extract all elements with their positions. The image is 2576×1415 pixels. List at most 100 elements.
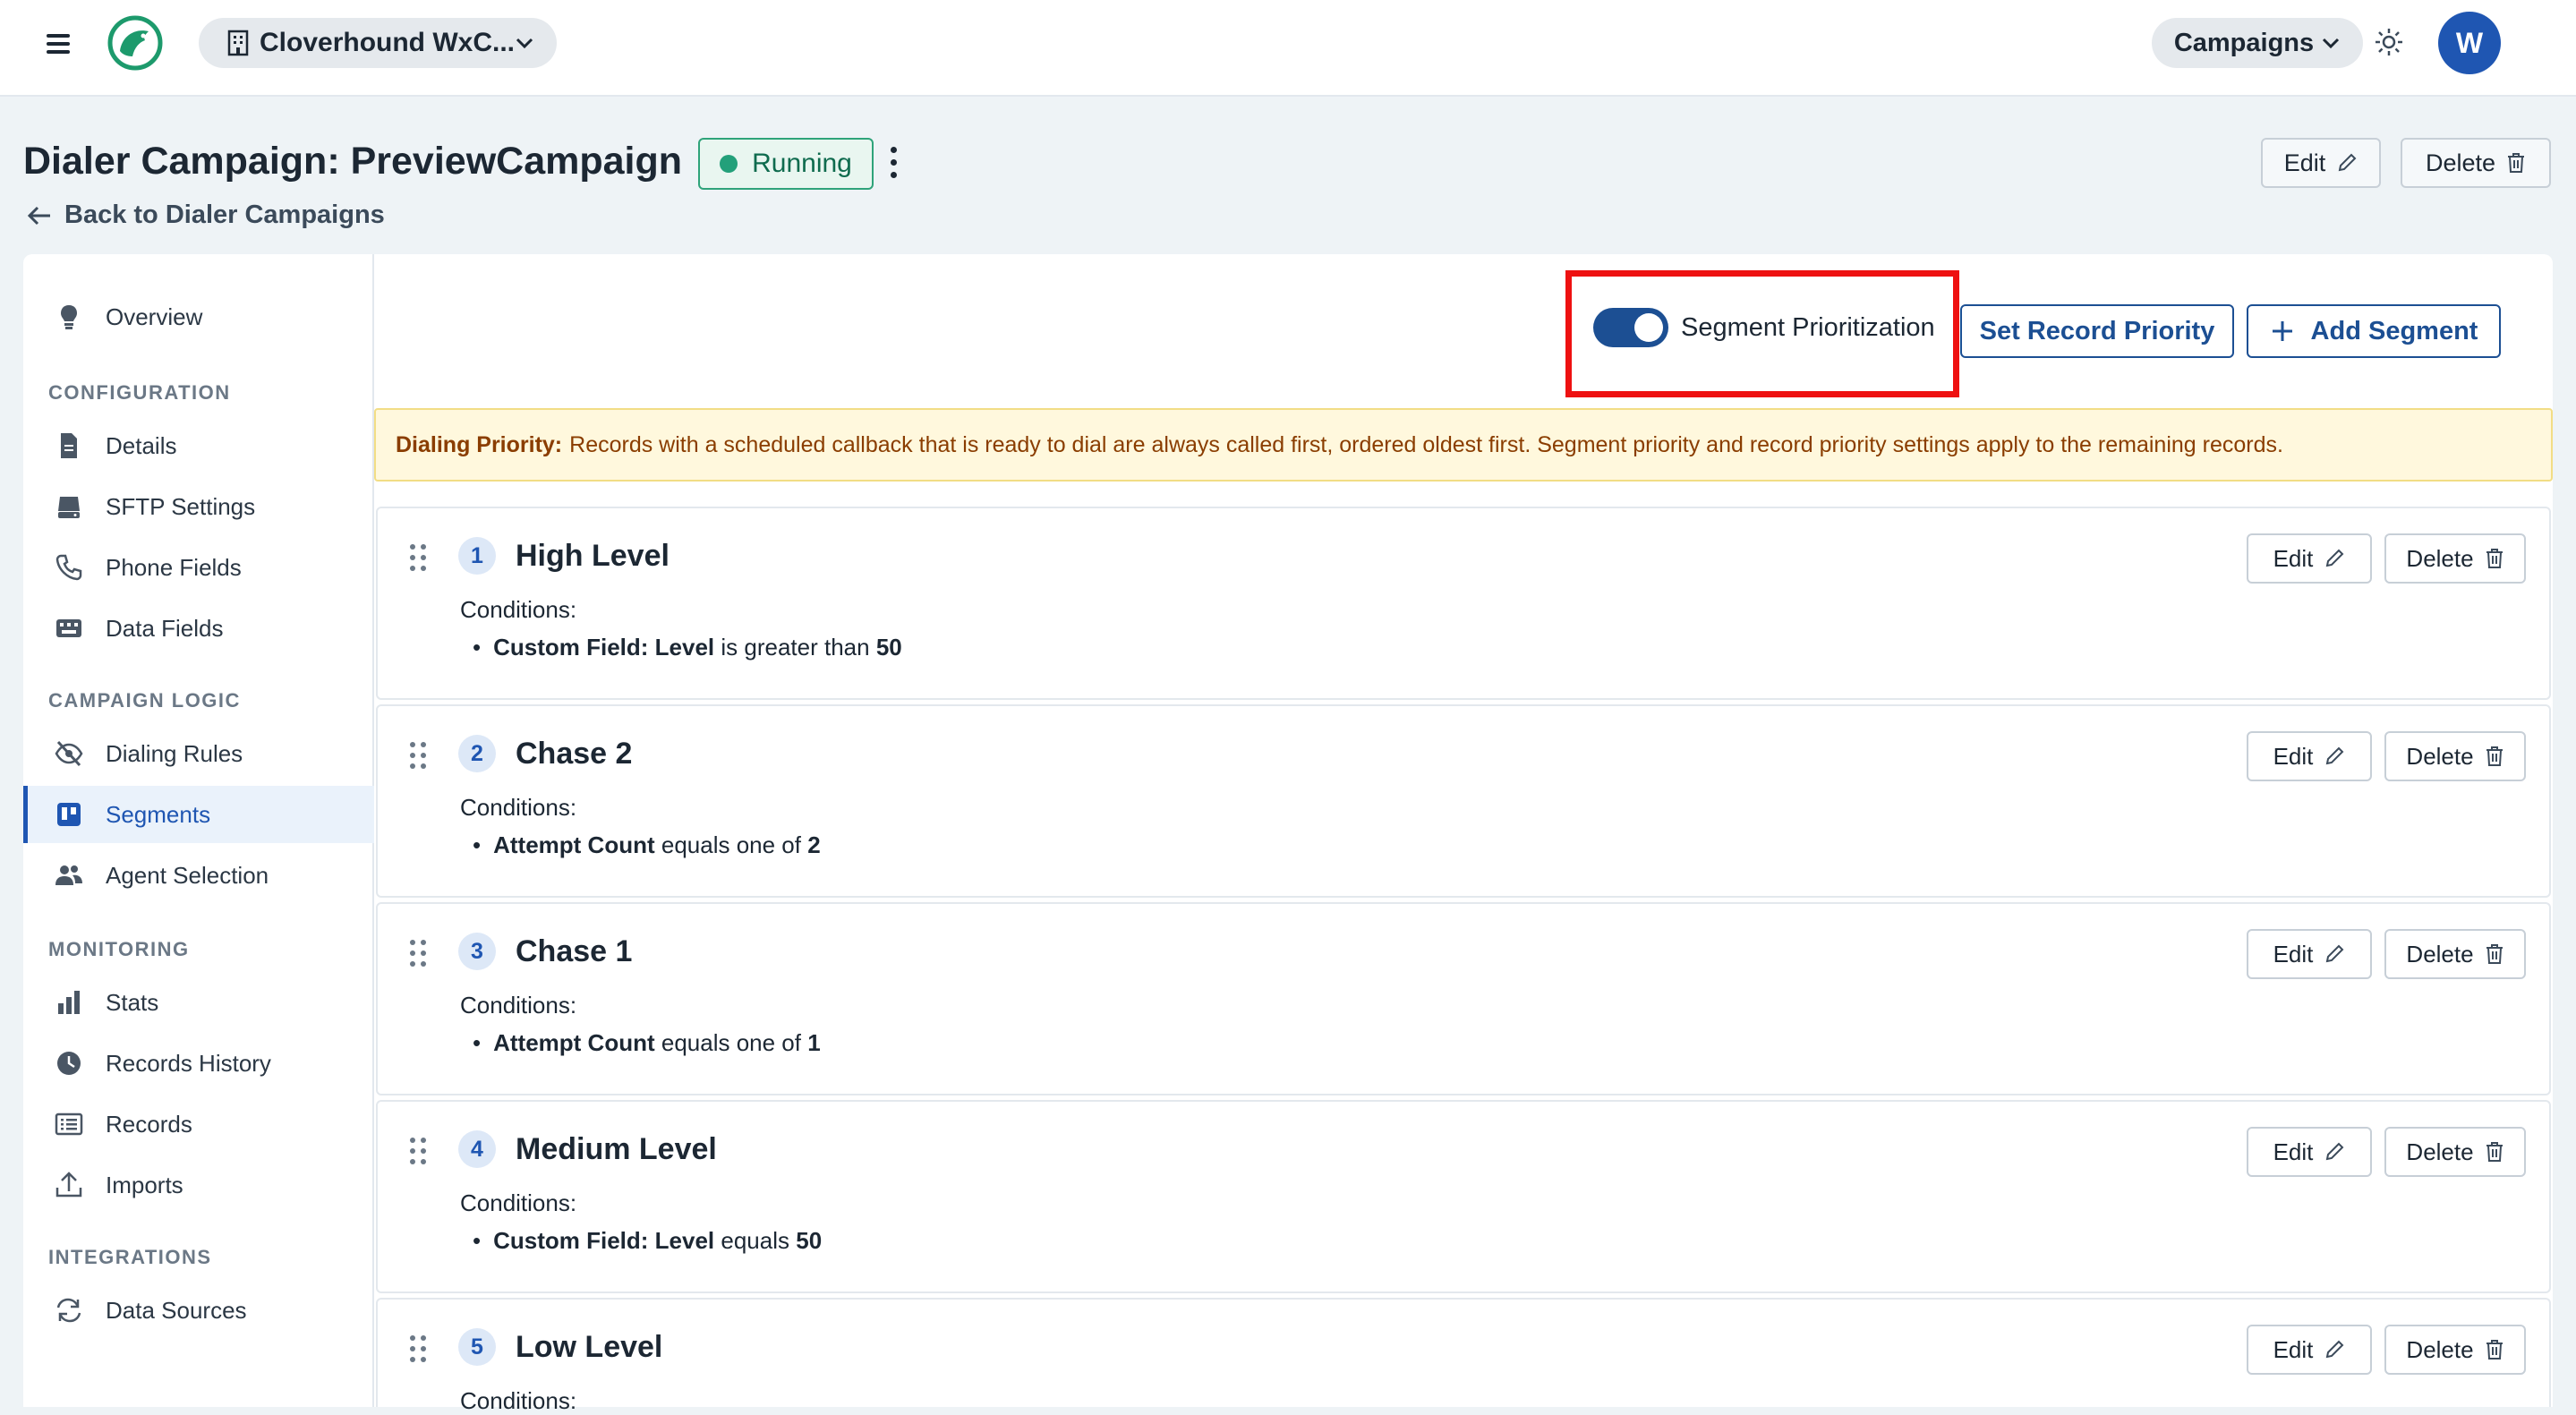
pencil-icon [2324, 746, 2345, 767]
bird-logo-icon[interactable] [107, 15, 163, 71]
sidebar-item-agent-selection[interactable]: Agent Selection [23, 847, 374, 904]
sidebar-item-stats[interactable]: Stats [23, 974, 374, 1031]
sidebar-item-overview[interactable]: Overview [23, 288, 374, 345]
users-icon [54, 860, 84, 891]
sidebar-item-label: Details [106, 431, 177, 459]
more-options-icon[interactable] [886, 147, 900, 183]
toggle-switch[interactable] [1593, 308, 1668, 347]
user-avatar[interactable]: W [2438, 12, 2501, 74]
phone-icon [54, 552, 84, 583]
conditions-label: Conditions: [460, 596, 577, 623]
segment-number: 2 [458, 735, 496, 772]
segment-edit-button[interactable]: Edit [2247, 731, 2372, 781]
sidebar-item-records-history[interactable]: Records History [23, 1035, 374, 1092]
pencil-icon [2336, 152, 2358, 174]
sidebar-item-label: Data Fields [106, 614, 224, 642]
sidebar-item-dialing-rules[interactable]: Dialing Rules [23, 725, 374, 782]
lightbulb-icon [54, 302, 84, 332]
campaign-delete-label: Delete [2425, 149, 2496, 176]
segment-condition: Attempt Count equals one of 1 [473, 1029, 821, 1057]
segment-card: 2 Chase 2 Conditions: Attempt Count equa… [376, 704, 2551, 898]
segment-edit-button[interactable]: Edit [2247, 533, 2372, 584]
eye-off-icon [54, 738, 84, 769]
sidebar-item-label: Agent Selection [106, 861, 269, 889]
segment-edit-button[interactable]: Edit [2247, 929, 2372, 979]
server-icon [54, 491, 84, 522]
sidebar-item-data-sources[interactable]: Data Sources [23, 1282, 374, 1339]
sidebar-item-label: Imports [106, 1171, 183, 1198]
campaigns-menu[interactable]: Campaigns [2152, 18, 2363, 68]
add-segment-button[interactable]: Add Segment [2247, 304, 2501, 358]
condition-field: Custom Field: Level [493, 634, 715, 661]
sidebar-item-imports[interactable]: Imports [23, 1156, 374, 1214]
trash-icon [2485, 746, 2504, 767]
condition-value: 2 [807, 831, 821, 858]
sidebar-item-records[interactable]: Records [23, 1095, 374, 1153]
conditions-label: Conditions: [460, 1189, 577, 1216]
back-link[interactable]: Back to Dialer Campaigns [27, 200, 385, 230]
segment-name: High Level [516, 539, 670, 573]
clock-icon [54, 1048, 84, 1078]
segment-delete-button[interactable]: Delete [2384, 533, 2526, 584]
document-icon [54, 430, 84, 461]
segment-name: Chase 2 [516, 737, 633, 771]
trash-icon [2485, 1339, 2504, 1360]
sidebar-item-sftp-settings[interactable]: SFTP Settings [23, 478, 374, 535]
drag-handle-icon[interactable] [410, 1335, 430, 1366]
pencil-icon [2324, 943, 2345, 965]
segment-edit-button[interactable]: Edit [2247, 1127, 2372, 1177]
trash-icon [2485, 1141, 2504, 1163]
segment-edit-button[interactable]: Edit [2247, 1325, 2372, 1375]
toggle-knob [1634, 313, 1663, 342]
drag-handle-icon[interactable] [410, 742, 430, 772]
trash-icon [2506, 152, 2526, 174]
status-dot [720, 155, 738, 173]
segment-delete-label: Delete [2406, 742, 2474, 770]
segment-number: 3 [458, 933, 496, 970]
hamburger-icon[interactable] [47, 30, 72, 55]
keyboard-icon [54, 613, 84, 644]
segment-edit-label: Edit [2273, 1138, 2314, 1165]
condition-field: Attempt Count [493, 831, 655, 858]
set-record-priority-button[interactable]: Set Record Priority [1960, 304, 2234, 358]
pencil-icon [2324, 1339, 2345, 1360]
campaign-delete-button[interactable]: Delete [2401, 138, 2551, 188]
conditions-label: Conditions: [460, 1387, 577, 1414]
workspace-selector[interactable]: Cloverhound WxC... [199, 18, 557, 68]
segment-delete-button[interactable]: Delete [2384, 731, 2526, 781]
segment-delete-button[interactable]: Delete [2384, 1325, 2526, 1375]
drag-handle-icon[interactable] [410, 1138, 430, 1168]
add-segment-label: Add Segment [2310, 316, 2478, 345]
upload-icon [54, 1170, 84, 1200]
segment-edit-label: Edit [2273, 1335, 2314, 1363]
segment-delete-button[interactable]: Delete [2384, 1127, 2526, 1177]
sun-icon[interactable] [2374, 27, 2404, 57]
condition-operator: is greater than [721, 634, 870, 661]
sidebar-item-label: Records [106, 1110, 192, 1138]
alert-title: Dialing Priority: [396, 431, 563, 457]
segment-delete-button[interactable]: Delete [2384, 929, 2526, 979]
segment-condition: Custom Field: Level equals 50 [473, 1227, 822, 1255]
condition-value: 1 [807, 1029, 821, 1056]
sidebar-item-phone-fields[interactable]: Phone Fields [23, 539, 374, 596]
sidebar-item-segments[interactable]: Segments [23, 786, 374, 843]
segment-number: 5 [458, 1328, 496, 1366]
segment-name: Chase 1 [516, 934, 633, 968]
segment-delete-label: Delete [2406, 1335, 2474, 1363]
segment-delete-label: Delete [2406, 940, 2474, 967]
conditions-label: Conditions: [460, 992, 577, 1019]
campaign-edit-button[interactable]: Edit [2261, 138, 2381, 188]
status-badge: Running [698, 138, 874, 190]
sidebar-section-campaign-logic: CAMPAIGN LOGIC [48, 689, 241, 712]
segment-name: Medium Level [516, 1132, 717, 1166]
drag-handle-icon[interactable] [410, 940, 430, 970]
condition-operator: equals [721, 1227, 790, 1254]
condition-operator: equals one of [661, 831, 801, 858]
bar-chart-icon [54, 987, 84, 1018]
segment-prioritization-toggle[interactable]: Segment Prioritization [1593, 308, 1935, 347]
drag-handle-icon[interactable] [410, 544, 430, 575]
sidebar-item-details[interactable]: Details [23, 417, 374, 474]
workspace-name: Cloverhound WxC... [260, 28, 515, 57]
sidebar-item-data-fields[interactable]: Data Fields [23, 600, 374, 657]
sidebar-item-label: Segments [106, 800, 211, 828]
